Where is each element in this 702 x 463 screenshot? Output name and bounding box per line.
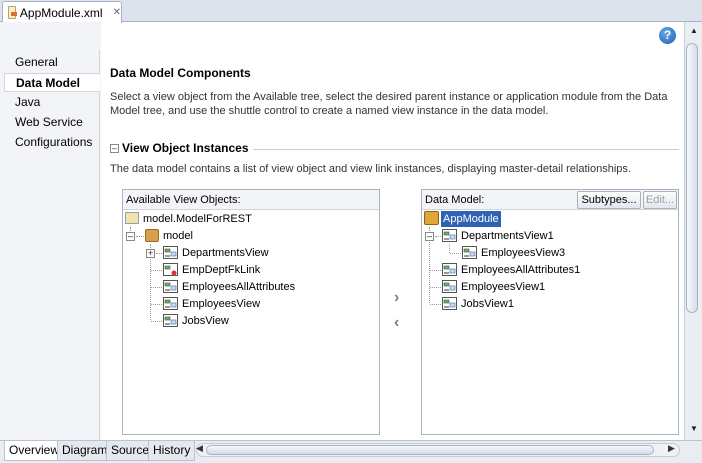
section-nav: General Data Model Java Web Service Conf…	[4, 50, 100, 440]
section-divider	[253, 149, 679, 150]
tree-item-view-object[interactable]: EmployeesView	[145, 296, 375, 312]
close-icon[interactable]: ✕	[113, 7, 121, 18]
view-object-icon	[442, 297, 457, 310]
data-model-header-label: Data Model:	[425, 194, 485, 206]
tree-root-label: model.ModelForREST	[143, 213, 252, 225]
tree-item-view-link[interactable]: EmpDeptFkLink	[145, 262, 375, 278]
tree-connector	[151, 287, 162, 288]
shuttle-add-button[interactable]: ›	[394, 289, 399, 307]
scroll-left-icon[interactable]: ◀	[196, 443, 203, 454]
tree-package-label: model	[163, 230, 193, 242]
collapse-icon[interactable]: –	[425, 232, 434, 241]
tree-item-label: JobsView	[182, 315, 229, 327]
tree-item-label: EmployeesAllAttributes1	[461, 264, 581, 276]
tree-connector	[430, 270, 441, 271]
shuttle-remove-button[interactable]: ‹	[394, 314, 399, 332]
tab-history[interactable]: History	[148, 441, 196, 461]
expand-icon[interactable]: +	[146, 249, 155, 258]
tree-connector	[151, 304, 162, 305]
tree-connector	[430, 304, 441, 305]
help-icon[interactable]: ?	[659, 27, 676, 44]
section-title: View Object Instances	[122, 141, 249, 155]
tab-diagram[interactable]: Diagram	[57, 441, 113, 461]
scroll-up-icon[interactable]: ▲	[687, 24, 701, 38]
collapse-icon[interactable]: –	[110, 144, 119, 153]
vertical-scroll-thumb[interactable]	[686, 43, 698, 313]
page-description: Select a view object from the Available …	[110, 91, 668, 117]
tree-connector	[430, 287, 441, 288]
view-object-icon	[163, 280, 178, 293]
view-object-icon	[163, 246, 178, 259]
nav-item-general[interactable]: General	[4, 53, 100, 72]
available-view-objects-panel: Available View Objects: model.ModelForRE…	[122, 189, 380, 435]
tree-item-label: DepartmentsView1	[461, 230, 554, 242]
scroll-right-icon[interactable]: ▶	[668, 443, 675, 454]
tree-connector	[151, 321, 162, 322]
horizontal-scroll-thumb[interactable]	[206, 445, 654, 455]
subtypes-button[interactable]: Subtypes...	[577, 191, 641, 209]
edit-button[interactable]: Edit...	[643, 191, 677, 209]
tree-connector	[151, 270, 162, 271]
xml-file-icon	[8, 6, 17, 19]
tree-item-label: EmpDeptFkLink	[182, 264, 261, 276]
scroll-down-icon[interactable]: ▼	[687, 422, 701, 436]
tree-item-view-instance[interactable]: EmployeesView3	[444, 245, 674, 261]
document-tab-title: AppModule.xml	[19, 5, 103, 20]
view-object-icon	[442, 263, 457, 276]
nav-item-data-model[interactable]: Data Model	[4, 73, 100, 92]
available-panel-header: Available View Objects:	[123, 190, 379, 210]
data-model-panel-header: Data Model: Subtypes... Edit...	[422, 190, 678, 210]
tree-item-view-instance[interactable]: EmployeesAllAttributes1	[424, 262, 674, 278]
tree-connector	[156, 253, 162, 254]
tree-item-view-instance[interactable]: JobsView1	[424, 296, 674, 312]
nav-item-configurations[interactable]: Configurations	[4, 133, 100, 152]
tree-package-model[interactable]: – model	[125, 228, 375, 244]
data-model-panel: Data Model: Subtypes... Edit... AppModul…	[421, 189, 679, 435]
tree-item-view-instance[interactable]: – DepartmentsView1	[424, 228, 674, 244]
tree-item-label: JobsView1	[461, 298, 514, 310]
app-module-icon	[424, 211, 439, 225]
view-object-icon	[442, 280, 457, 293]
tree-item-label: EmployeesView3	[481, 247, 566, 259]
tree-item-label: EmployeesView	[182, 298, 261, 310]
tree-item-label: EmployeesAllAttributes	[182, 281, 296, 293]
page-title: Data Model Components	[110, 66, 251, 80]
tree-root-project[interactable]: model.ModelForREST	[125, 211, 375, 227]
nav-item-web-service[interactable]: Web Service	[4, 113, 100, 132]
tree-item-view-object[interactable]: + DepartmentsView	[145, 245, 375, 261]
tree-item-label: DepartmentsView	[182, 247, 269, 259]
tree-root-app-module[interactable]: AppModule	[424, 211, 674, 227]
view-object-icon	[163, 314, 178, 327]
tree-connector	[435, 236, 441, 237]
tree-item-view-object[interactable]: EmployeesAllAttributes	[145, 279, 375, 295]
tree-root-label: AppModule	[441, 211, 501, 227]
view-link-icon	[163, 263, 178, 276]
project-icon	[125, 212, 139, 224]
section-description: The data model contains a list of view o…	[110, 163, 631, 175]
tab-overview[interactable]: Overview	[4, 441, 65, 461]
collapse-icon[interactable]: –	[126, 232, 135, 241]
tree-item-view-instance[interactable]: EmployeesView1	[424, 279, 674, 295]
view-object-icon	[442, 229, 457, 242]
tree-item-view-object[interactable]: JobsView	[145, 313, 375, 329]
package-icon	[145, 229, 159, 242]
nav-item-java[interactable]: Java	[4, 93, 100, 112]
view-object-icon	[462, 246, 477, 259]
view-object-icon	[163, 297, 178, 310]
tree-item-label: EmployeesView1	[461, 281, 546, 293]
tree-connector	[450, 253, 461, 254]
document-tab[interactable]: AppModule.xml ✕	[2, 1, 122, 23]
tab-source[interactable]: Source	[106, 441, 155, 461]
tree-connector	[136, 236, 144, 237]
